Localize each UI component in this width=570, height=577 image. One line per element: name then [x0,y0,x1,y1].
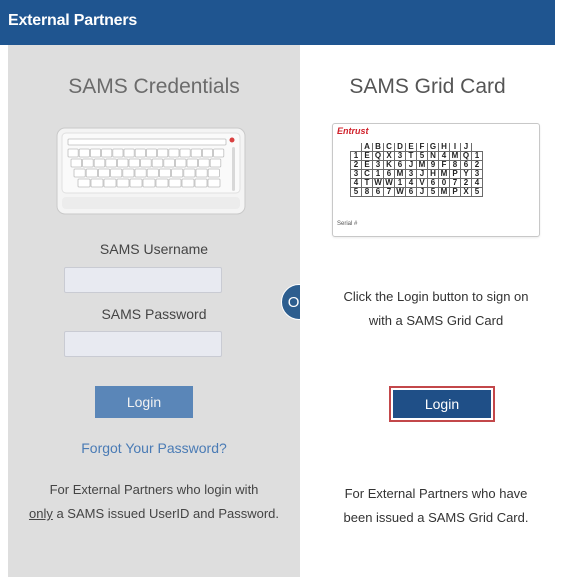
keyboard-key [112,148,124,158]
keyboard-key [78,148,90,158]
grid-card-cell: P [449,187,461,197]
grid-card-brand: Entrust [337,126,369,136]
grid-card-instruction: Click the Login button to sign on with a… [343,289,529,328]
grid-card-cell: 6 [372,187,384,197]
keyboard-key [117,158,129,168]
grid-card-image: Entrust ABCDEFGHIJ1EQX3T5N4MQ12E3K6JM9F8… [332,123,540,237]
keyboard-key [140,158,152,168]
keyboard-key [134,168,147,178]
username-input[interactable] [64,267,222,293]
keyboard-key [194,178,208,188]
grid-card-row: 5867W6J5MPX5 [350,187,483,197]
grid-card-row-number: 5 [350,187,362,197]
keyboard-key [183,168,196,178]
keyboard-key [123,148,135,158]
password-label: SAMS Password [101,306,207,322]
keyboard-key [110,168,123,178]
credentials-description-line1: For External Partners who login with [49,482,259,497]
grid-card-login-button[interactable]: Login [389,386,495,422]
grid-card-description: For External Partners who have been issu… [343,486,529,525]
grid-card-cell: 8 [361,187,373,197]
keyboard-key [213,148,225,158]
keyboard-key [70,158,83,168]
keyboard-key [195,168,208,178]
sams-credentials-panel: SAMS Credentials SAMS Username SAMS Pass… [8,45,300,577]
grid-card-cell: W [394,187,406,197]
keyboard-key [73,168,86,178]
keyboard-key [198,158,210,168]
keyboard-key [142,178,156,188]
sams-credentials-title: SAMS Credentials [68,75,240,98]
grid-card-cell: X [460,187,472,197]
keyboard-key [186,158,199,168]
keyboard-key [190,148,202,158]
keyboard-key [67,148,79,158]
keyboard-key [171,168,184,178]
sams-grid-card-panel: SAMS Grid Card Entrust ABCDEFGHIJ1EQX3T5… [300,45,555,577]
keyboard-key [207,178,221,188]
forgot-password-link[interactable]: Forgot Your Password? [8,440,300,456]
keyboard-key [105,158,117,168]
password-input[interactable] [64,331,222,357]
grid-card-table: ABCDEFGHIJ1EQX3T5N4MQ12E3K6JM9F8623C16M3… [350,143,483,197]
keyboard-key [82,158,94,168]
keyboard-key [134,148,146,158]
keyboard-key [103,178,117,188]
grid-card-row: 3C16M3JHMPY3 [350,169,483,179]
keyboard-key [168,148,180,158]
grid-card-cell: 6 [405,187,417,197]
keyboard-key [85,168,98,178]
keyboard-key [90,148,102,158]
keyboard-key [93,158,106,168]
keyboard-key [175,158,187,168]
grid-card-serial-label: Serial # [337,221,358,227]
keyboard-key [157,148,169,158]
keyboard-key [207,168,220,178]
sams-grid-card-title: SAMS Grid Card [349,75,506,98]
grid-card-cell: J [416,187,428,197]
grid-card-cell: M [438,187,450,197]
keyboard-key [155,178,169,188]
grid-card-row: 1EQX3T5N4MQ1 [350,151,483,161]
keyboard-key [129,178,143,188]
keyboard-key [146,168,159,178]
keyboard-key [201,148,213,158]
keyboard-key [90,178,104,188]
keyboard-key [151,158,164,168]
header-bar: External Partners [0,0,555,45]
header-title: External Partners [8,12,138,29]
grid-card-login-label[interactable]: Login [393,390,491,418]
keyboard-key [101,148,113,158]
grid-card-cell: 5 [427,187,439,197]
keyboard-key [168,178,182,188]
keyboard-key [128,158,141,168]
credentials-login-button[interactable]: Login [95,386,193,418]
keyboard-key [116,178,130,188]
keyboard-key [146,148,158,158]
credentials-description-only: only [28,506,53,521]
keyboard-key [77,178,91,188]
keyboard-key [163,158,175,168]
username-label: SAMS Username [99,241,209,257]
keyboard-key [98,168,111,178]
keyboard-image [56,127,246,215]
grid-card-cell: 7 [383,187,395,197]
keyboard-key [181,178,195,188]
keyboard-key [209,158,222,168]
keyboard-key [159,168,172,178]
credentials-description-line2: a SAMS issued UserID and Password. [56,506,280,521]
grid-card-row-number: 5 [471,187,483,197]
keyboard-key [122,168,135,178]
keyboard-key [179,148,191,158]
credentials-description: For External Partners who login with onl… [20,478,288,526]
